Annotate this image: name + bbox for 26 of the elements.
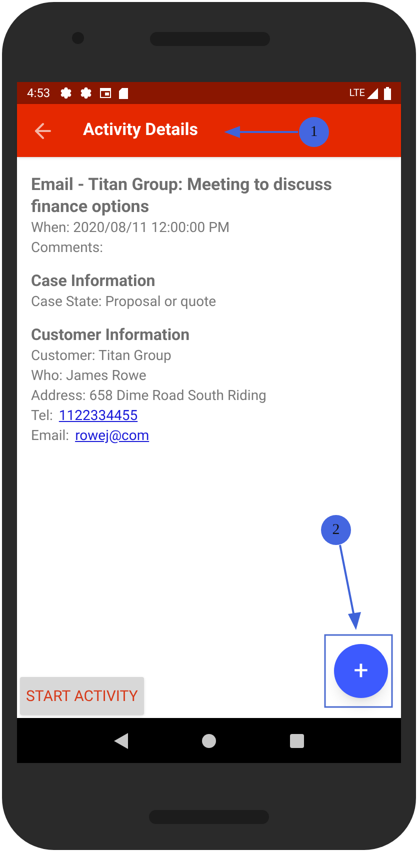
calendar-icon: [100, 88, 112, 98]
detail-text: Customer: Titan Group: [31, 347, 172, 366]
screen-title: Activity Details: [83, 118, 198, 142]
sd-card-icon: [119, 88, 128, 98]
section-heading: Case Information: [31, 270, 156, 292]
detail-text: Case State: Proposal or quote: [31, 293, 218, 312]
recents-icon[interactable]: [290, 734, 304, 748]
section-heading: Customer Information: [31, 324, 191, 346]
contact-link[interactable]: 1122334455: [58, 406, 138, 426]
field-label: Tel:: [31, 407, 53, 426]
detail-text: Comments:: [31, 239, 104, 258]
field-label: Email:: [31, 427, 70, 446]
network-label: LTE: [349, 86, 365, 100]
settings-icon: [80, 87, 92, 99]
status-time: 4:53: [27, 85, 50, 102]
signal-icon: [367, 88, 378, 98]
contact-link[interactable]: rowej@com: [75, 426, 150, 446]
detail-text: When: 2020/08/11 12:00:00 PM: [31, 219, 231, 238]
settings-icon: [60, 87, 72, 99]
detail-text: Who: James Rowe: [31, 367, 148, 386]
detail-text: Address: 658 Dime Road South Riding: [31, 387, 268, 406]
activity-title: Email - Titan Group: Meeting to discuss finance options: [31, 174, 333, 218]
home-icon[interactable]: [202, 734, 216, 748]
battery-icon: [384, 86, 391, 100]
add-button[interactable]: +: [334, 644, 388, 698]
back-icon[interactable]: [114, 732, 128, 748]
